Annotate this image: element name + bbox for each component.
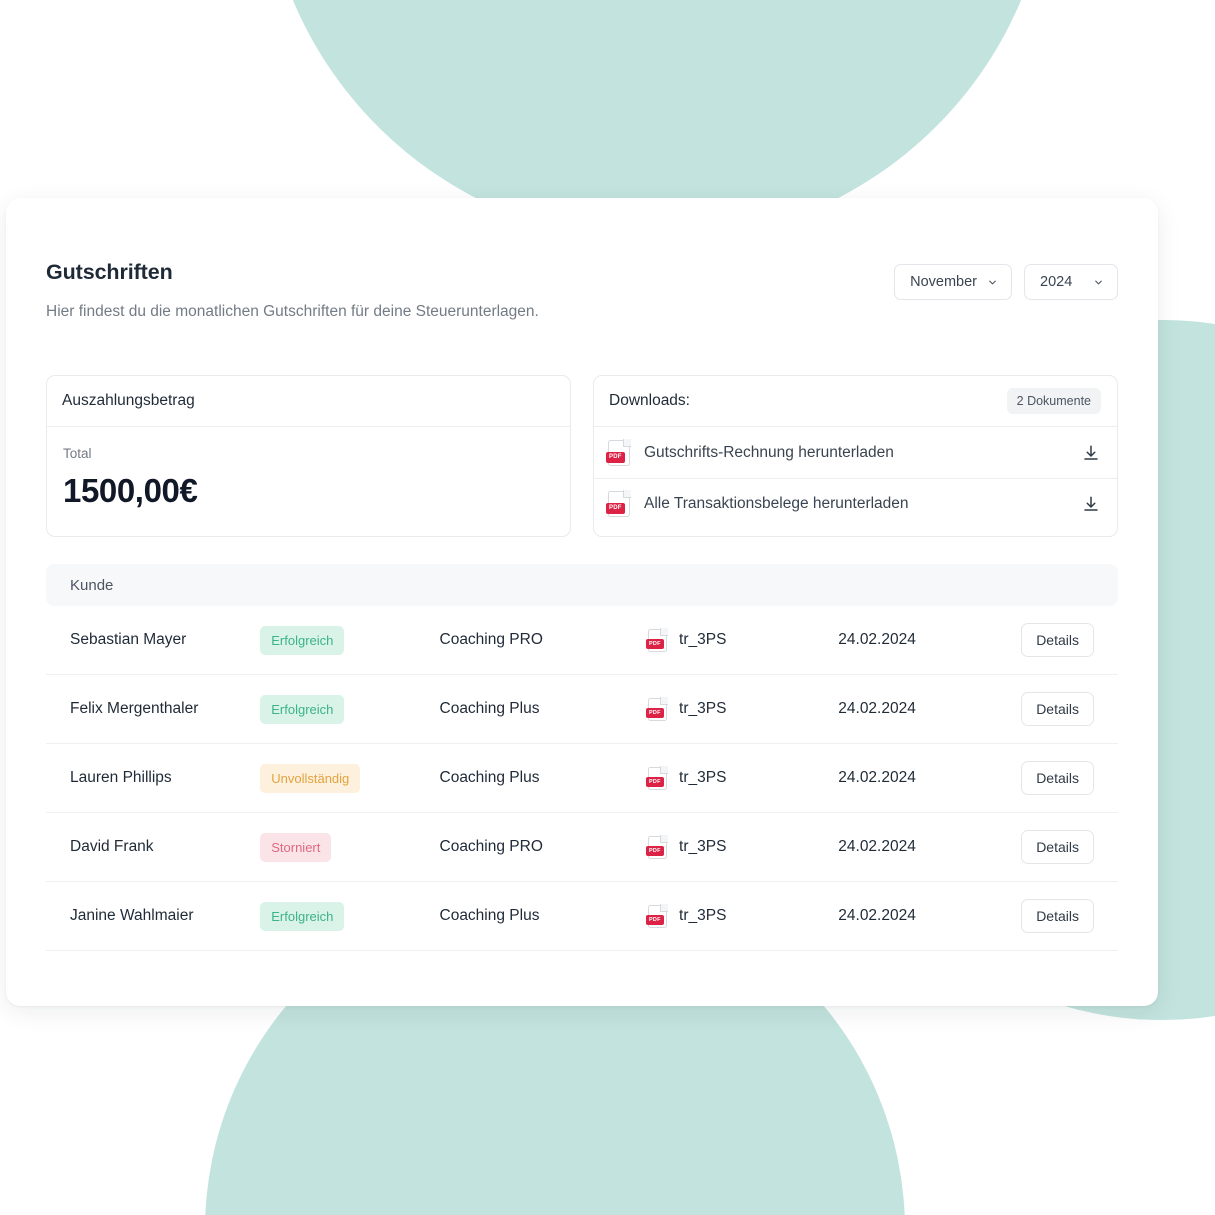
cell-actions: Details [1021, 692, 1094, 726]
cell-status: Unvollständig [260, 763, 439, 793]
cell-kunde: Janine Wahlmaier [70, 907, 194, 924]
pdf-icon: PDF [606, 490, 631, 517]
cell-plan: Coaching PRO [439, 838, 543, 855]
page-title: Gutschriften [46, 260, 173, 284]
download-icon[interactable] [1082, 495, 1100, 513]
page-root: Gutschriften Hier findest du die monatli… [0, 0, 1215, 1215]
payout-total-label: Total [63, 446, 92, 461]
chevron-down-icon [1095, 280, 1102, 284]
status-badge: Erfolgreich [260, 625, 345, 655]
cell-date: 24.02.2024 [838, 838, 916, 855]
details-button[interactable]: Details [1021, 761, 1094, 795]
status-badge: Erfolgreich [260, 694, 345, 724]
downloads-card-header: Downloads: 2 Dokumente [594, 376, 1117, 427]
table-row: Sebastian Mayer Erfolgreich Coaching PRO PD… [46, 606, 1118, 675]
header-text-block: Gutschriften Hier findest du die monatli… [46, 260, 539, 321]
cell-status: Erfolgreich [260, 694, 439, 724]
download-row-receipts-label: Alle Transaktionsbelege herunterladen [644, 495, 909, 512]
cell-kunde: Lauren Phillips [70, 769, 172, 786]
panel-header: Gutschriften Hier findest du die monatli… [46, 260, 1118, 321]
chevron-down-icon [989, 280, 996, 284]
cell-kunde: David Frank [70, 838, 154, 855]
pdf-icon: PDF [646, 903, 669, 928]
status-badge: Erfolgreich [260, 901, 345, 931]
transactions-table: Kunde Sebastian Mayer Erfolgreich Coaching… [46, 564, 1118, 951]
cell-plan: Coaching Plus [439, 769, 540, 786]
table-row: Lauren Phillips Unvollständig Coaching Plu… [46, 744, 1118, 813]
cell-actions: Details [1021, 899, 1094, 933]
transaction-id: tr_3PS [679, 631, 727, 648]
transaction-id: tr_3PS [679, 838, 727, 855]
cell-plan: Coaching Plus [439, 700, 540, 717]
cell-date: 24.02.2024 [838, 769, 916, 786]
details-button[interactable]: Details [1021, 623, 1094, 657]
cell-plan: Coaching PRO [439, 631, 543, 648]
cell-plan: Coaching Plus [439, 907, 540, 924]
details-button[interactable]: Details [1021, 692, 1094, 726]
cell-kunde: Sebastian Mayer [70, 631, 187, 648]
month-select[interactable]: November [894, 264, 1012, 300]
cell-document[interactable]: PDF tr_3PS [646, 696, 838, 721]
year-select-value: 2024 [1040, 274, 1073, 290]
table-row: Janine Wahlmaier Erfolgreich Coaching Plus… [46, 882, 1118, 951]
payout-card: Auszahlungsbetrag Total 1500,00€ [46, 375, 571, 537]
gutschriften-panel: Gutschriften Hier findest du die monatli… [6, 198, 1158, 1006]
cell-document[interactable]: PDF tr_3PS [646, 627, 838, 652]
status-badge: Unvollständig [260, 763, 361, 793]
pdf-icon: PDF [646, 765, 669, 790]
page-subtitle: Hier findest du die monatlichen Gutschri… [46, 303, 539, 320]
table-header-row: Kunde [46, 564, 1118, 606]
cell-status: Erfolgreich [260, 625, 439, 655]
cell-date: 24.02.2024 [838, 700, 916, 717]
downloads-card-title: Downloads: [609, 392, 690, 409]
documents-count-badge: 2 Dokumente [1006, 388, 1101, 414]
month-select-value: November [910, 274, 977, 290]
payout-card-body: Total 1500,00€ [47, 427, 570, 536]
pdf-icon: PDF [646, 627, 669, 652]
payout-card-title: Auszahlungsbetrag [62, 392, 195, 409]
transaction-id: tr_3PS [679, 700, 727, 717]
pdf-icon: PDF [606, 438, 631, 466]
cell-status: Erfolgreich [260, 901, 439, 931]
download-icon[interactable] [1082, 444, 1100, 462]
downloads-card: Downloads: 2 Dokumente PDF Gutschrifts-R… [593, 375, 1118, 537]
cell-actions: Details [1021, 623, 1094, 657]
cell-status: Storniert [260, 832, 439, 862]
cell-date: 24.02.2024 [838, 907, 916, 924]
table-body: Sebastian Mayer Erfolgreich Coaching PRO PD… [46, 606, 1118, 951]
status-badge: Storniert [260, 832, 332, 862]
payout-card-header: Auszahlungsbetrag [47, 376, 570, 427]
transaction-id: tr_3PS [679, 907, 727, 924]
cell-kunde: Felix Mergenthaler [70, 700, 199, 717]
column-header-kunde: Kunde [70, 576, 114, 594]
details-button[interactable]: Details [1021, 899, 1094, 933]
download-row-invoice[interactable]: PDF Gutschrifts-Rechnung herunterladen [594, 427, 1117, 478]
summary-cards: Auszahlungsbetrag Total 1500,00€ Downloa… [46, 375, 1118, 537]
details-button[interactable]: Details [1021, 830, 1094, 864]
cell-document[interactable]: PDF tr_3PS [646, 765, 838, 790]
period-filters: November 2024 [894, 264, 1118, 300]
cell-document[interactable]: PDF tr_3PS [646, 834, 838, 859]
cell-actions: Details [1021, 761, 1094, 795]
table-row: Felix Mergenthaler Erfolgreich Coaching Pl… [46, 675, 1118, 744]
download-row-receipts[interactable]: PDF Alle Transaktionsbelege herunterlade… [594, 478, 1117, 529]
payout-total-amount: 1500,00€ [63, 472, 198, 509]
transaction-id: tr_3PS [679, 769, 727, 786]
year-select[interactable]: 2024 [1024, 264, 1118, 300]
pdf-icon: PDF [646, 696, 669, 721]
cell-document[interactable]: PDF tr_3PS [646, 903, 838, 928]
table-row: David Frank Storniert Coaching PRO PDF tr_3P… [46, 813, 1118, 882]
cell-actions: Details [1021, 830, 1094, 864]
pdf-icon: PDF [646, 834, 669, 859]
download-row-invoice-label: Gutschrifts-Rechnung herunterladen [644, 443, 894, 461]
cell-date: 24.02.2024 [838, 631, 916, 648]
